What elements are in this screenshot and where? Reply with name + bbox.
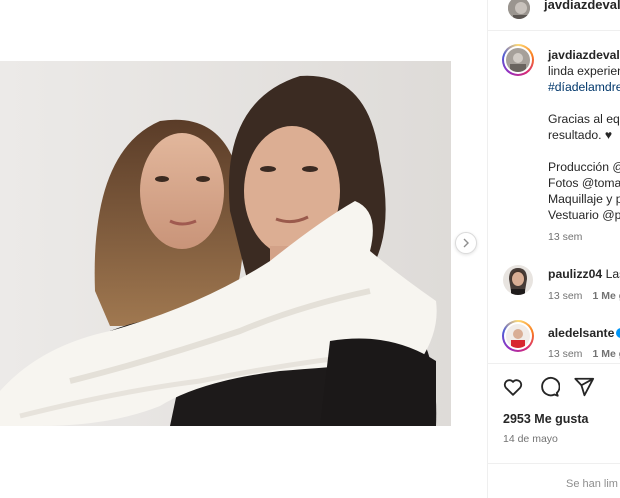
post-header: javdiazdevald [488,0,620,31]
caption-time[interactable]: 13 sem [548,231,582,243]
post-photo[interactable] [0,61,451,426]
heart-icon [503,379,523,396]
next-photo-button[interactable] [455,232,477,254]
post-details-panel: javdiazdevald javdiazdevald linda experi… [487,0,620,498]
caption-line: Gracias al equ [548,112,620,126]
likes-count[interactable]: 2953 Me gusta [503,412,588,426]
caption-line: Fotos @toma [548,176,620,190]
comment-likes[interactable]: 1 Me g [592,348,620,360]
avatar-image [506,324,530,348]
chevron-right-icon [463,238,469,248]
share-icon [574,377,595,397]
caption-text-segment: Producción @ [548,160,620,174]
comment-button[interactable] [538,376,561,398]
comment-time[interactable]: 13 sem [548,348,582,360]
media-column [0,0,487,498]
caption-line: Vestuario @p [548,208,620,222]
header-avatar[interactable] [506,0,532,21]
comment-time[interactable]: 13 sem [548,290,582,302]
comment-avatar[interactable] [503,265,533,295]
caption-line: linda experien [548,64,620,78]
caption-text: javdiazdevald linda experien #díadelamdr… [548,47,620,223]
avatar-image [503,265,533,295]
caption-line: Maquillaje y p [548,192,620,206]
caption-avatar[interactable] [502,44,534,76]
comment-text: paulizz04 Las [548,266,620,282]
post-photo-image [0,61,451,426]
avatar-image [508,0,530,19]
comment-username[interactable]: aledelsante [548,326,614,340]
caption-username[interactable]: javdiazdevald [548,47,620,63]
caption-line: resultado. ♥ [548,128,613,142]
comments-limited-bar: Se han lim [488,463,620,498]
comment-username[interactable]: paulizz04 [548,267,602,281]
header-username[interactable]: javdiazdevald [544,0,620,12]
avatar-image [506,48,530,72]
comment-icon [541,377,561,397]
comment-text: aledelsante [548,325,620,341]
comment-likes[interactable]: 1 Me g [592,290,620,302]
comments-limited-text: Se han lim [566,478,618,490]
caption-line: Producción @ [548,159,620,175]
share-button[interactable] [573,376,595,398]
comment-avatar[interactable] [502,320,534,352]
comment-meta: 13 sem 1 Me g [548,290,620,302]
caption-hashtag[interactable]: #díadelamdre [548,79,620,95]
comment-meta: 13 sem 1 Me g [548,348,620,360]
verified-badge-icon [616,328,620,338]
post-date: 14 de mayo [503,433,558,445]
like-button[interactable] [502,376,524,398]
comment-body: Las [605,267,620,281]
